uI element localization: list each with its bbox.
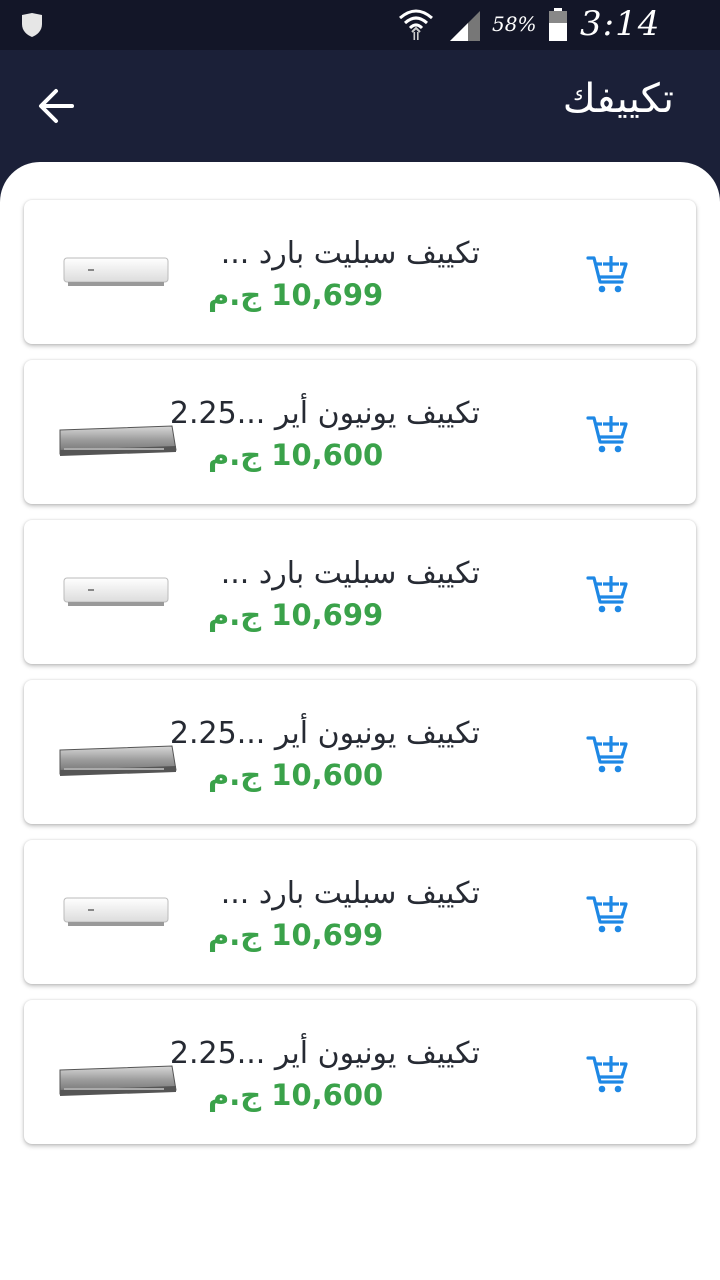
app-bar: تكييفك xyxy=(0,50,720,162)
arrow-left-icon xyxy=(39,89,74,123)
product-name[interactable]: تكييف يونيون أير ...2.25 xyxy=(170,1036,480,1071)
add-to-cart-button[interactable] xyxy=(582,728,634,780)
add-to-cart-button[interactable] xyxy=(582,1048,634,1100)
add-to-cart-button[interactable] xyxy=(582,248,634,300)
add-to-cart-button[interactable] xyxy=(582,888,634,940)
add-to-cart-button[interactable] xyxy=(582,408,634,460)
product-price: 10,600 ج.م xyxy=(208,438,384,472)
back-button[interactable] xyxy=(30,80,82,132)
add-to-cart-button[interactable] xyxy=(582,568,634,620)
product-image[interactable] xyxy=(54,560,184,630)
product-price: 10,699 ج.م xyxy=(208,598,384,632)
product-card[interactable]: تكييف يونيون أير ...2.25 10,600 ج.م xyxy=(24,360,696,504)
product-name[interactable]: تكييف سبليت بارد ... xyxy=(221,236,480,271)
product-name[interactable]: تكييف سبليت بارد ... xyxy=(221,556,480,591)
product-card[interactable]: تكييف سبليت بارد ... 10,699 ج.م xyxy=(24,520,696,664)
add-to-cart-icon xyxy=(586,415,628,453)
page-title: تكييفك xyxy=(562,76,674,122)
product-price: 10,699 ج.م xyxy=(208,918,384,952)
product-card[interactable]: تكييف يونيون أير ...2.25 10,600 ج.م xyxy=(24,680,696,824)
status-bar: 58% 3:14 AM xyxy=(0,0,720,84)
add-to-cart-icon xyxy=(586,255,628,293)
add-to-cart-icon xyxy=(586,1055,628,1093)
product-name[interactable]: تكييف سبليت بارد ... xyxy=(221,876,480,911)
product-price: 10,600 ج.م xyxy=(208,758,384,792)
signal-icon xyxy=(450,11,480,41)
battery-percentage: 58% xyxy=(492,12,537,36)
add-to-cart-icon xyxy=(586,895,628,933)
wifi-icon xyxy=(399,9,433,40)
product-card[interactable]: تكييف سبليت بارد ... 10,699 ج.م xyxy=(24,840,696,984)
add-to-cart-icon xyxy=(586,735,628,773)
product-image[interactable] xyxy=(54,240,184,310)
product-name[interactable]: تكييف يونيون أير ...2.25 xyxy=(170,716,480,751)
shield-icon xyxy=(22,13,42,37)
product-name[interactable]: تكييف يونيون أير ...2.25 xyxy=(170,396,480,431)
product-price: 10,600 ج.م xyxy=(208,1078,384,1112)
content-area: تكييف سبليت بارد ... 10,699 ج.م تكييف يو… xyxy=(0,162,720,1280)
battery-icon xyxy=(549,8,567,41)
product-price: 10,699 ج.م xyxy=(208,278,384,312)
product-image[interactable] xyxy=(54,880,184,950)
product-card[interactable]: تكييف سبليت بارد ... 10,699 ج.م xyxy=(24,200,696,344)
product-image[interactable] xyxy=(54,1040,184,1110)
product-image[interactable] xyxy=(54,400,184,470)
add-to-cart-icon xyxy=(586,575,628,613)
product-card[interactable]: تكييف يونيون أير ...2.25 10,600 ج.م xyxy=(24,1000,696,1144)
product-image[interactable] xyxy=(54,720,184,790)
